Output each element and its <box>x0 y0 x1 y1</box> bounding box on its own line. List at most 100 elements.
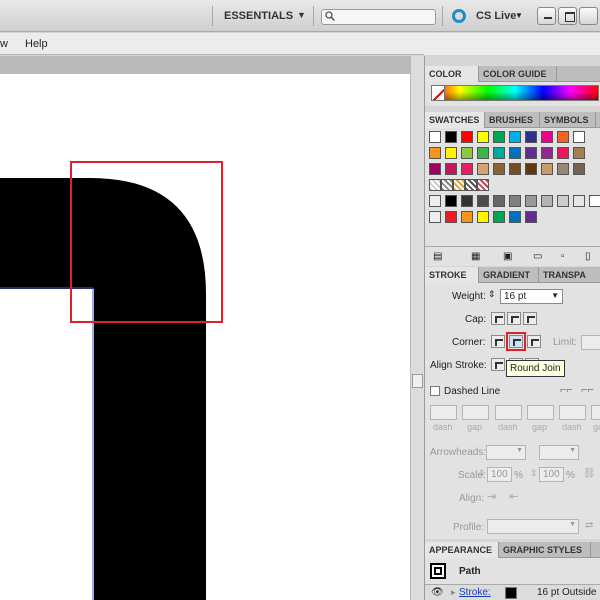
chevron-down-icon[interactable]: ▼ <box>551 291 559 300</box>
end-scale-field[interactable]: 100 <box>539 467 564 482</box>
bevel-join-button[interactable] <box>527 335 541 348</box>
gap-field-3[interactable] <box>591 405 600 420</box>
color-swatch[interactable] <box>525 163 537 175</box>
eye-icon[interactable]: 👁 <box>431 587 444 598</box>
color-swatch[interactable] <box>589 195 600 207</box>
swatch-options-icon[interactable]: ▣ <box>503 251 512 262</box>
pattern-swatch[interactable] <box>429 179 441 191</box>
dash-field-2[interactable] <box>495 405 522 420</box>
tab-graphic-styles[interactable]: GRAPHIC STYLES <box>499 542 591 558</box>
appearance-stroke-row[interactable]: 👁 ▸ Stroke: 16 pt Outside <box>425 584 600 600</box>
tab-brushes[interactable]: BRUSHES <box>485 112 540 128</box>
color-spectrum[interactable] <box>431 85 599 101</box>
color-swatch[interactable] <box>477 147 489 159</box>
start-arrowhead-select[interactable]: ▼ <box>486 445 526 460</box>
flip-profile-icon[interactable]: ⇄ <box>585 520 593 531</box>
cs-live-icon[interactable] <box>452 9 466 23</box>
color-swatch[interactable] <box>461 211 473 223</box>
menu-item-window[interactable]: w <box>0 38 8 50</box>
color-swatch[interactable] <box>573 163 585 175</box>
end-arrowhead-select[interactable]: ▼ <box>539 445 579 460</box>
stroke-color-swatch[interactable] <box>505 587 517 599</box>
show-kinds-icon[interactable]: ▦ <box>471 251 480 262</box>
stroke-link[interactable]: Stroke: <box>459 587 491 598</box>
miter-join-button[interactable] <box>491 335 505 348</box>
swatch-libraries-icon[interactable]: ▤ <box>433 251 442 262</box>
color-swatch[interactable] <box>445 147 457 159</box>
color-swatch[interactable] <box>477 211 489 223</box>
weight-field[interactable]: 16 pt ▼ <box>500 289 563 304</box>
tab-color[interactable]: COLOR <box>425 66 479 82</box>
tab-swatches[interactable]: SWATCHES <box>425 112 485 128</box>
color-swatch[interactable] <box>509 131 521 143</box>
search-input[interactable] <box>321 9 436 25</box>
tab-symbols[interactable]: SYMBOLS <box>540 112 596 128</box>
color-swatch[interactable] <box>509 195 521 207</box>
minimize-button[interactable] <box>537 7 556 25</box>
color-swatch[interactable] <box>509 147 521 159</box>
color-swatch[interactable] <box>445 195 457 207</box>
color-swatch[interactable] <box>461 195 473 207</box>
color-swatch[interactable] <box>525 211 537 223</box>
chevron-down-icon[interactable]: ▼ <box>515 11 523 20</box>
color-swatch[interactable] <box>541 195 553 207</box>
swatch-group-folder-icon[interactable] <box>429 211 441 223</box>
dash-field-1[interactable] <box>430 405 457 420</box>
round-cap-button[interactable] <box>507 312 521 325</box>
vertical-scrollbar[interactable] <box>410 56 424 600</box>
color-swatch[interactable] <box>541 131 553 143</box>
tab-transparency[interactable]: TRANSPA <box>539 267 600 283</box>
tab-stroke[interactable]: STROKE <box>425 267 479 283</box>
tab-appearance[interactable]: APPEARANCE <box>425 542 499 558</box>
tab-color-guide[interactable]: COLOR GUIDE <box>479 66 557 82</box>
pattern-swatch[interactable] <box>477 179 489 191</box>
swatch-group-folder-icon[interactable] <box>429 195 441 207</box>
butt-cap-button[interactable] <box>491 312 505 325</box>
color-swatch[interactable] <box>573 131 585 143</box>
color-swatch[interactable] <box>445 163 457 175</box>
profile-select[interactable]: ▼ <box>487 519 579 534</box>
color-swatch[interactable] <box>445 211 457 223</box>
color-swatch[interactable] <box>573 147 585 159</box>
new-swatch-icon[interactable]: ▫ <box>561 251 565 262</box>
start-scale-field[interactable]: 100 <box>487 467 512 482</box>
color-swatch[interactable] <box>445 131 457 143</box>
color-swatch[interactable] <box>509 163 521 175</box>
color-swatch[interactable] <box>429 131 441 143</box>
color-swatch[interactable] <box>541 163 553 175</box>
align-center-button[interactable] <box>491 358 505 371</box>
projecting-cap-button[interactable] <box>523 312 537 325</box>
color-swatch[interactable] <box>493 163 505 175</box>
pattern-swatch[interactable] <box>465 179 477 191</box>
color-swatch[interactable] <box>525 147 537 159</box>
color-swatch[interactable] <box>477 195 489 207</box>
restore-button[interactable] <box>558 7 577 25</box>
limit-field[interactable] <box>581 335 600 350</box>
color-swatch[interactable] <box>493 211 505 223</box>
color-swatch[interactable] <box>541 147 553 159</box>
weight-stepper-icon[interactable]: ⇕ <box>488 289 496 300</box>
chevron-down-icon[interactable]: ▼ <box>297 10 306 20</box>
close-button[interactable] <box>579 7 598 25</box>
scale-stepper-icon[interactable]: ⇕ <box>478 468 486 479</box>
color-swatch[interactable] <box>525 195 537 207</box>
trash-icon[interactable]: ▯ <box>585 251 591 262</box>
link-scale-icon[interactable]: ⛓ <box>583 468 596 479</box>
gap-field-1[interactable] <box>462 405 489 420</box>
pattern-swatch[interactable] <box>441 179 453 191</box>
arrow-extend-icon[interactable]: ⇥ <box>487 490 496 503</box>
color-swatch[interactable] <box>557 163 569 175</box>
color-swatch[interactable] <box>461 131 473 143</box>
color-swatch[interactable] <box>477 131 489 143</box>
cs-live-button[interactable]: CS Live <box>476 10 516 22</box>
scrollbar-thumb[interactable] <box>412 374 423 388</box>
color-swatch[interactable] <box>477 163 489 175</box>
menu-item-help[interactable]: Help <box>25 38 48 50</box>
tab-gradient[interactable]: GRADIENT <box>479 267 539 283</box>
color-swatch[interactable] <box>493 195 505 207</box>
dashed-line-checkbox[interactable] <box>430 386 440 396</box>
color-swatch[interactable] <box>525 131 537 143</box>
scale-stepper-icon[interactable]: ⇕ <box>530 468 538 479</box>
color-swatch[interactable] <box>461 163 473 175</box>
disclosure-icon[interactable]: ▸ <box>451 587 456 598</box>
